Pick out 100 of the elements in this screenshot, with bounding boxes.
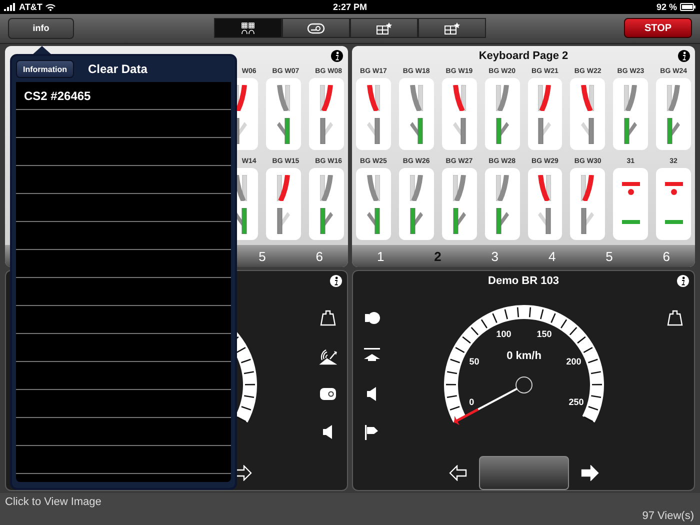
gauge-box-icon bbox=[306, 22, 326, 35]
segment-tab[interactable] bbox=[418, 18, 486, 38]
switch-button[interactable] bbox=[656, 168, 691, 240]
switch-button[interactable] bbox=[613, 168, 648, 240]
switch-button[interactable] bbox=[570, 78, 606, 150]
straight-track-icon bbox=[452, 208, 466, 234]
curved-track-icon bbox=[410, 174, 423, 200]
speed-scale-label: 250 bbox=[568, 397, 584, 407]
straight-track-icon bbox=[538, 118, 552, 144]
straight-track-icon bbox=[277, 208, 290, 234]
switch-button[interactable] bbox=[484, 78, 520, 150]
curved-track-icon bbox=[320, 174, 334, 200]
curved-track-icon bbox=[277, 84, 290, 110]
page-tab[interactable]: 1 bbox=[376, 248, 384, 264]
page-tab[interactable]: 6 bbox=[662, 248, 670, 264]
reverse-button[interactable] bbox=[448, 465, 466, 481]
curved-track-icon bbox=[320, 84, 334, 110]
caption-link[interactable]: Click to View Image bbox=[5, 496, 694, 508]
stop-button[interactable]: STOP bbox=[624, 18, 692, 38]
switch-button[interactable] bbox=[442, 78, 477, 150]
straight-track-icon bbox=[581, 208, 594, 234]
left-arrow-icon bbox=[448, 465, 466, 481]
straight-track-icon bbox=[667, 118, 680, 144]
clock-label: 2:27 PM bbox=[332, 2, 367, 12]
switch-button[interactable] bbox=[528, 78, 562, 150]
popover-title: Clear Data bbox=[88, 62, 148, 76]
switch-button[interactable] bbox=[656, 78, 691, 150]
switch-button[interactable] bbox=[398, 78, 434, 150]
straight-track-icon bbox=[277, 118, 290, 144]
straight-track-icon bbox=[366, 118, 380, 144]
segment-tab[interactable] bbox=[214, 18, 282, 38]
speed-scale-label: 50 bbox=[468, 356, 479, 367]
curved-track-icon bbox=[452, 84, 466, 110]
page-tab[interactable]: 3 bbox=[491, 248, 499, 264]
weight-icon[interactable] bbox=[666, 309, 684, 327]
curved-track-icon bbox=[452, 174, 466, 200]
loco-name: Demo BR 103 bbox=[488, 275, 559, 287]
straight-track-icon bbox=[581, 118, 594, 144]
curved-track-icon bbox=[496, 174, 509, 200]
curved-track-icon bbox=[496, 84, 509, 110]
straight-track-icon bbox=[234, 208, 248, 234]
switch-button[interactable] bbox=[309, 168, 344, 240]
speed-scale-label: 200 bbox=[566, 356, 581, 367]
flag-icon[interactable] bbox=[363, 423, 381, 441]
speed-scale-label: 100 bbox=[496, 328, 511, 339]
page-tab[interactable]: 4 bbox=[548, 248, 556, 264]
grid-star-icon bbox=[374, 22, 394, 35]
grid-star-icon bbox=[442, 22, 462, 35]
straight-track-icon bbox=[366, 208, 380, 234]
battery-label: 92 % bbox=[656, 2, 677, 12]
page-tab[interactable]: 5 bbox=[258, 248, 266, 264]
view-count: 97 View(s) bbox=[642, 510, 694, 522]
carrier-label: AT&T bbox=[19, 2, 42, 12]
straight-track-icon bbox=[452, 118, 466, 144]
info-button[interactable]: info bbox=[8, 18, 74, 39]
curved-track-icon bbox=[581, 174, 594, 200]
curved-track-icon bbox=[410, 84, 423, 110]
switch-button[interactable] bbox=[613, 78, 648, 150]
speed-scale-label: 150 bbox=[536, 328, 552, 339]
right-arrow-icon bbox=[580, 465, 598, 481]
switch-button[interactable] bbox=[356, 168, 391, 240]
weight-icon[interactable] bbox=[319, 309, 337, 327]
speed-readout: 0 km/h bbox=[506, 350, 541, 362]
battery-icon bbox=[680, 2, 696, 11]
speed-scale-label: 0 bbox=[468, 397, 474, 407]
back-button[interactable]: Information bbox=[16, 60, 74, 78]
info-icon[interactable] bbox=[677, 275, 689, 287]
panel-title: Keyboard Page 2 bbox=[478, 50, 568, 62]
curved-track-icon bbox=[538, 174, 552, 200]
switch-button[interactable] bbox=[266, 78, 302, 150]
curved-track-icon bbox=[366, 84, 380, 110]
switch-button[interactable] bbox=[442, 168, 477, 240]
wifi-icon bbox=[45, 2, 56, 11]
switch-button[interactable] bbox=[309, 78, 344, 150]
page-tab[interactable]: 6 bbox=[316, 248, 324, 264]
switch-button[interactable] bbox=[528, 168, 562, 240]
info-icon[interactable] bbox=[331, 50, 343, 62]
signal-icon bbox=[4, 2, 16, 11]
headlight-icon[interactable] bbox=[363, 309, 381, 327]
switch-button[interactable] bbox=[266, 168, 302, 240]
page-tab[interactable]: 2 bbox=[434, 248, 442, 264]
curved-track-icon bbox=[581, 84, 594, 110]
straight-track-icon bbox=[496, 118, 509, 144]
switch-button[interactable] bbox=[398, 168, 434, 240]
toggle-icon[interactable] bbox=[319, 385, 337, 403]
page-tab[interactable]: 5 bbox=[606, 248, 613, 264]
curved-track-icon bbox=[624, 84, 638, 110]
straight-track-icon bbox=[410, 118, 423, 144]
forward-button[interactable] bbox=[580, 465, 598, 481]
segment-tab[interactable] bbox=[350, 18, 418, 38]
info-icon[interactable] bbox=[678, 50, 690, 62]
switch-button[interactable] bbox=[484, 168, 520, 240]
curved-track-icon bbox=[234, 174, 248, 200]
switch-button[interactable] bbox=[356, 78, 391, 150]
straight-track-icon bbox=[496, 208, 509, 234]
switch-button[interactable] bbox=[570, 168, 606, 240]
info-icon[interactable] bbox=[330, 275, 342, 287]
curved-track-icon bbox=[277, 174, 290, 200]
curved-track-icon bbox=[366, 174, 380, 200]
segment-tab[interactable] bbox=[282, 18, 350, 38]
